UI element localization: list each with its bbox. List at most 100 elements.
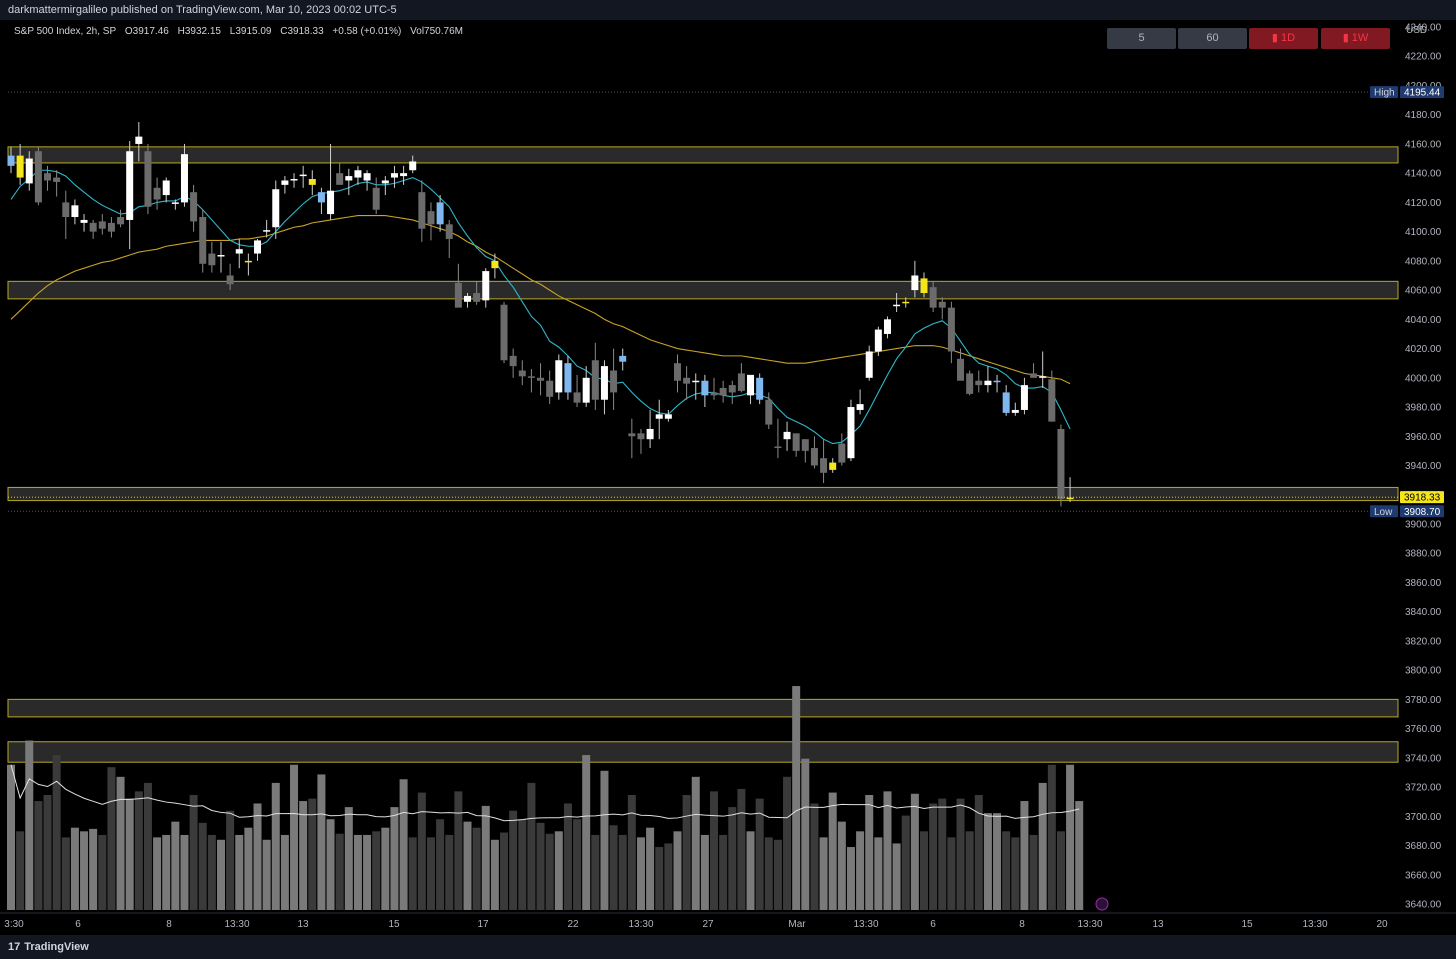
volume-bar [974,795,983,910]
candle-body [555,360,563,393]
x-axis-tick-label: 8 [166,919,172,930]
volume-bar [408,837,417,910]
candle-body [263,230,271,232]
timeframe-5-button[interactable]: 5 [1107,28,1176,49]
volume-bar [563,803,572,910]
legend-open: O3917.46 [124,26,169,37]
candle-body [537,377,545,381]
volume-bar [1002,831,1011,910]
legend-close: C3918.33 [280,26,324,37]
legend-low: L3915.09 [229,26,272,37]
candle-body [117,217,125,225]
candle-body [71,205,79,218]
legend-symbol: S&P 500 Index, 2h, SP [14,26,117,37]
publish-bar: darkmattermirgalileo published on Tradin… [0,0,1456,20]
volume-bar [947,837,956,910]
volume-bar [1056,831,1065,910]
volume-bar [700,834,709,910]
volume-bar [536,822,545,910]
x-axis-tick-label: 15 [388,919,400,930]
candle-body [683,377,691,384]
y-axis-tick-label: 3900.00 [1405,519,1442,530]
candle-body [1002,392,1010,413]
support-resistance-zone [7,698,1399,718]
volume-bar [280,834,289,910]
volume-bar [865,795,874,910]
candle-body [719,388,727,396]
volume-bar [317,774,326,910]
volume-bar [189,795,198,910]
volume-bar [7,764,15,910]
lightning-icon[interactable] [1095,897,1109,911]
candle-body [235,249,243,254]
volume-bar [792,686,801,910]
chart-area[interactable]: USD4240.004220.004200.004180.004160.0041… [0,20,1456,935]
candle-body [646,428,654,440]
x-axis-tick-label: 6 [75,919,81,930]
candle-body [628,433,636,437]
candle-body [89,222,97,232]
volume-bar [646,827,655,910]
y-axis-tick-label: 3680.00 [1405,841,1442,852]
volume-bar [965,831,974,910]
high-marker-label: High [1374,88,1395,99]
candle-body [354,170,362,178]
volume-bar [673,831,682,910]
candle-body [564,363,572,393]
x-axis-tick-label: 27 [702,919,714,930]
volume-bar [1029,834,1038,910]
volume-bar [445,834,454,910]
volume-bar [1011,837,1020,910]
tradingview-logo-icon: 17 [8,941,21,953]
ohlc-legend: S&P 500 Index, 2h, SP O3917.46 H3932.15 … [14,26,469,37]
volume-bar [993,813,1002,910]
candle-body [44,173,52,181]
volume-bar [819,837,828,910]
timeframe-60-button[interactable]: 60 [1178,28,1247,49]
volume-bar [1047,764,1056,910]
y-axis-tick-label: 3760.00 [1405,724,1442,735]
candle-body [7,155,15,166]
candle-body [208,253,216,266]
volume-bar [920,831,928,910]
y-axis-tick-label: 3940.00 [1405,461,1442,472]
tradingview-logo[interactable]: 17 TradingView [8,935,89,959]
candle-body [911,275,919,291]
candle-body [107,222,115,232]
x-axis-tick-label: 22 [567,919,579,930]
candle-body [810,447,818,466]
volume-bar [1066,764,1075,910]
support-resistance-zone [7,280,1399,300]
volume-bar [938,798,947,910]
candle-body [308,179,316,185]
candle-body [701,380,709,396]
volume-bar [253,803,262,910]
volume-bar [98,834,107,910]
candle-body [16,155,24,178]
y-axis-tick-label: 4220.00 [1405,52,1442,63]
timeframe-1w-button[interactable]: ▮ 1W [1321,28,1390,49]
candle-body [692,380,700,383]
candle-body [491,260,499,269]
candle-body [80,219,88,223]
candle-body [1066,497,1074,500]
timeframe-1d-button[interactable]: ▮ 1D [1249,28,1318,49]
price-chart[interactable]: USD4240.004220.004200.004180.004160.0041… [0,20,1456,935]
candle-body [400,173,408,177]
candle-body [409,161,417,171]
candle-body [299,174,307,177]
volume-bar [34,801,43,910]
y-axis-tick-label: 3840.00 [1405,607,1442,618]
y-axis-tick-label: 3780.00 [1405,695,1442,706]
legend-volume: Vol750.76M [410,26,463,37]
volume-bar [52,755,61,910]
volume-bar [481,805,490,910]
candle-body [728,385,736,393]
y-axis-tick-label: 4000.00 [1405,373,1442,384]
candle-body [34,151,42,203]
x-axis-tick-label: 13:30 [628,919,653,930]
candle-body [984,380,992,386]
y-axis-tick-label: 3740.00 [1405,753,1442,764]
candle-body [171,202,179,204]
candle-body [619,355,627,362]
